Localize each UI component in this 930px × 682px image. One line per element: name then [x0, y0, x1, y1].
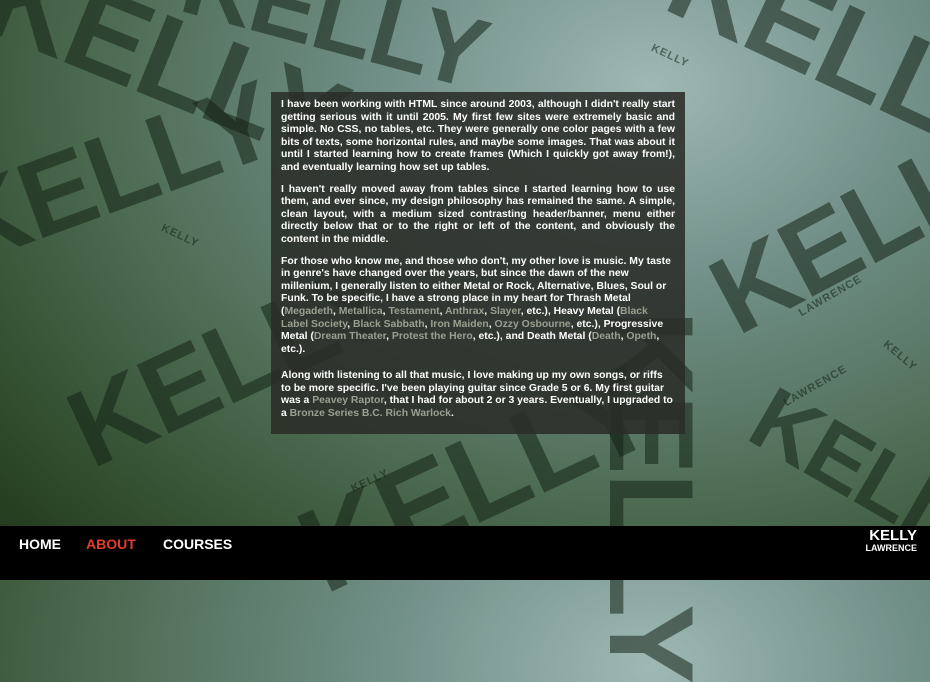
- about-paragraph-html: I have been working with HTML since arou…: [281, 99, 675, 173]
- bg-kelly-word: KELLY: [691, 89, 930, 358]
- about-content-panel: I have been working with HTML since arou…: [271, 92, 685, 434]
- bottom-navbar: HOME ABOUT COURSES KELLY LAWRENCE: [0, 526, 930, 580]
- band-link[interactable]: Anthrax: [445, 306, 484, 317]
- brand-logo[interactable]: KELLY LAWRENCE: [866, 528, 918, 553]
- about-paragraph-music: For those who know me, and those who don…: [281, 255, 671, 355]
- guitar-link[interactable]: Bronze Series B.C. Rich Warlock: [290, 408, 451, 419]
- band-link[interactable]: Dream Theater: [314, 331, 386, 342]
- brand-name-bottom: LAWRENCE: [865, 543, 918, 553]
- about-paragraph-design: I haven't really moved away from tables …: [281, 183, 675, 245]
- bg-lawrence-small: LAWRENCE: [796, 273, 865, 319]
- heavy-end: , etc.),: [570, 318, 601, 330]
- bg-kelly-word: KELLY: [649, 0, 930, 189]
- about-paragraph-guitar: Along with listening to all that music, …: [281, 370, 675, 420]
- brand-name-top: KELLY: [869, 527, 917, 544]
- band-link[interactable]: Protest the Hero: [392, 331, 473, 342]
- band-link[interactable]: Ozzy Osbourne: [494, 319, 570, 330]
- nav-about[interactable]: ABOUT: [86, 536, 136, 552]
- bg-kelly-word: KELLY: [0, 57, 292, 290]
- nav-courses[interactable]: COURSES: [163, 536, 232, 552]
- bg-kelly-small: KELLY: [649, 42, 691, 70]
- bg-kelly-small: KELLY: [159, 222, 201, 250]
- band-link[interactable]: Testament: [388, 306, 439, 317]
- band-link[interactable]: Black Sabbath: [353, 319, 425, 330]
- prog-end: , etc.),: [472, 331, 503, 343]
- bg-kelly-small: KELLY: [880, 338, 920, 374]
- bg-lawrence-small: LAWRENCE: [781, 363, 850, 409]
- bg-kelly-small: KELLY: [349, 467, 391, 495]
- band-link[interactable]: Opeth: [626, 331, 656, 342]
- death-label: and Death Metal (: [505, 331, 592, 343]
- band-link[interactable]: Death: [592, 331, 621, 342]
- guitar-link[interactable]: Peavey Raptor: [312, 395, 384, 406]
- thrash-end: , etc.),: [520, 305, 551, 317]
- band-link[interactable]: Megadeth: [284, 306, 333, 317]
- heavy-label: Heavy Metal (: [553, 305, 621, 317]
- band-link[interactable]: Metallica: [339, 306, 383, 317]
- guitar-text-3: .: [450, 408, 454, 420]
- band-link[interactable]: Slayer: [490, 306, 521, 317]
- band-link[interactable]: Iron Maiden: [430, 319, 488, 330]
- nav-home[interactable]: HOME: [19, 536, 61, 552]
